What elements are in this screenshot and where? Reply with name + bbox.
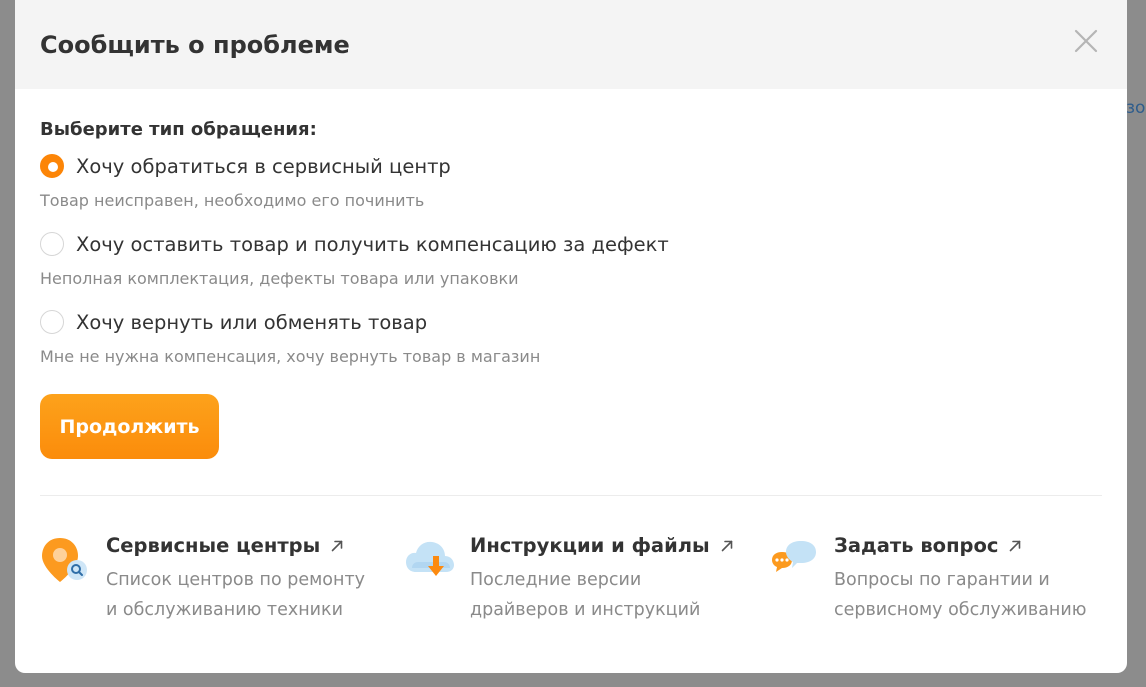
option-label: Хочу обратиться в сервисный центр	[76, 154, 451, 178]
link-description: Вопросы по гарантии и сервисному обслужи…	[834, 565, 1114, 625]
cloud-download-icon	[406, 541, 454, 576]
link-description-line: Последние версии	[470, 570, 642, 590]
option-return: Хочу вернуть или обменять товар Мне не н…	[40, 308, 1102, 366]
link-text: Инструкции и файлы Последние версии драй…	[470, 534, 750, 625]
request-type-label: Выберите тип обращения:	[40, 119, 317, 140]
dialog-header: Сообщить о проблеме	[15, 0, 1127, 89]
option-service-center: Хочу обратиться в сервисный центр Товар …	[40, 152, 1102, 210]
link-instructions: Инструкции и файлы Последние версии драй…	[404, 534, 750, 625]
option-compensation: Хочу оставить товар и получить компенсац…	[40, 230, 1102, 288]
help-links: Сервисные центры Список центров по ремон…	[40, 496, 1102, 646]
link-description-line: сервисному обслуживанию	[834, 600, 1087, 620]
link-title-row[interactable]: Инструкции и файлы	[470, 534, 750, 557]
link-title: Задать вопрос	[834, 534, 999, 557]
dialog-body: Выберите тип обращения: Хочу обратиться …	[15, 119, 1127, 646]
service-center-pin-icon	[42, 538, 87, 582]
link-description-line: Вопросы по гарантии и	[834, 570, 1050, 590]
external-arrow-icon	[331, 540, 343, 551]
link-description-line: Список центров по ремонту	[106, 570, 365, 590]
link-title: Инструкции и файлы	[470, 534, 710, 557]
option-description: Товар неисправен, необходимо его починит…	[40, 191, 425, 210]
close-icon	[1074, 29, 1098, 53]
link-description-line: и обслуживанию техники	[106, 600, 343, 620]
link-description: Список центров по ремонту и обслуживанию…	[106, 565, 386, 625]
option-compensation-row[interactable]: Хочу оставить товар и получить компенсац…	[40, 230, 1102, 258]
link-description-line: драйверов и инструкций	[470, 600, 701, 620]
link-title-row[interactable]: Сервисные центры	[106, 534, 386, 557]
option-description: Мне не нужна компенсация, хочу вернуть т…	[40, 347, 541, 366]
option-label: Хочу оставить товар и получить компенсац…	[76, 232, 669, 256]
link-description: Последние версии драйверов и инструкций	[470, 565, 750, 625]
background-page-text: зо	[1126, 98, 1146, 118]
external-arrow-icon	[721, 540, 732, 551]
external-arrow-icon	[1010, 540, 1021, 551]
link-ask-question: Задать вопрос Вопросы по гарантии и серв…	[768, 534, 1114, 625]
continue-button[interactable]: Продолжить	[40, 394, 219, 459]
option-description: Неполная комплектация, дефекты товара ил…	[40, 269, 519, 288]
option-return-row[interactable]: Хочу вернуть или обменять товар	[40, 308, 1102, 336]
radio-return[interactable]	[40, 310, 64, 334]
radio-compensation[interactable]	[40, 232, 64, 256]
link-text: Сервисные центры Список центров по ремон…	[106, 534, 386, 625]
radio-service-center[interactable]	[40, 154, 64, 178]
link-title-row[interactable]: Задать вопрос	[834, 534, 1114, 557]
option-service-center-row[interactable]: Хочу обратиться в сервисный центр	[40, 152, 1102, 180]
link-service-centers: Сервисные центры Список центров по ремон…	[40, 534, 386, 625]
report-problem-dialog: Сообщить о проблеме Выберите тип обращен…	[15, 0, 1127, 673]
option-label: Хочу вернуть или обменять товар	[76, 310, 428, 334]
link-title: Сервисные центры	[106, 534, 321, 557]
close-button[interactable]	[1073, 28, 1099, 54]
link-text: Задать вопрос Вопросы по гарантии и серв…	[834, 534, 1114, 625]
dialog-title: Сообщить о проблеме	[40, 30, 350, 59]
chat-bubbles-icon	[772, 541, 816, 572]
